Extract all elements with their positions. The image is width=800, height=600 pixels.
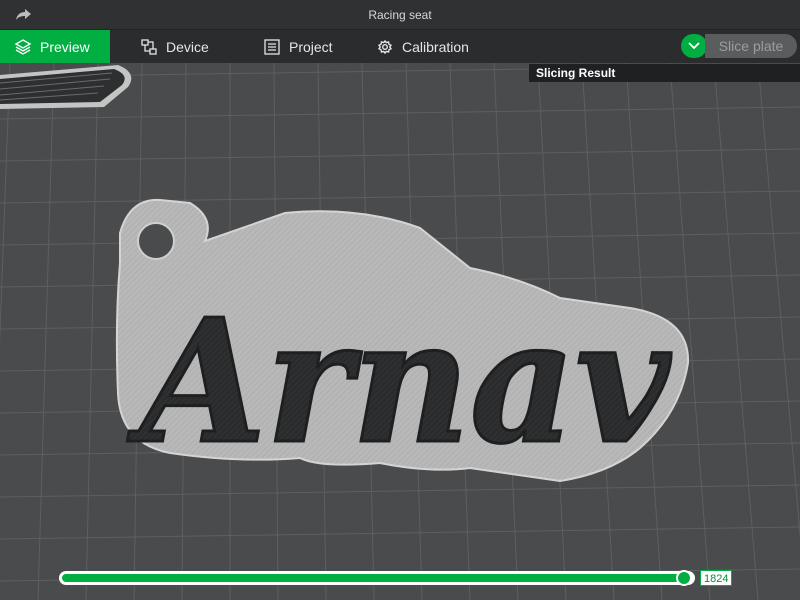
calibration-gear-icon [376,38,394,56]
slice-plate-button[interactable]: Slice plate [705,34,797,58]
chevron-down-icon [688,37,700,55]
layer-value-label: 1824 [700,570,733,586]
model-text: Arnav [127,282,673,482]
tab-preview[interactable]: Preview [0,30,110,63]
layer-slider-handle[interactable] [676,570,692,586]
viewport-canvas: Arnav [0,62,800,600]
device-icon [140,38,158,56]
title-bar: Racing seat [0,0,800,30]
main-tab-bar: Preview Device Project Calibration [0,30,800,63]
tab-project-label: Project [289,38,333,55]
tab-device-label: Device [166,38,209,55]
project-list-icon [263,38,281,56]
layer-slider-fill [62,574,685,582]
3d-viewport[interactable]: Arnav [0,62,800,600]
tab-calibration[interactable]: Calibration [376,30,469,63]
tab-calibration-label: Calibration [402,38,469,55]
slicing-result-panel[interactable]: Slicing Result [529,64,800,82]
tab-project[interactable]: Project [263,30,333,63]
tab-device[interactable]: Device [140,30,209,63]
slicer-app: Racing seat Preview Device Project Calib… [0,0,800,600]
tab-preview-label: Preview [40,38,90,55]
window-title: Racing seat [368,8,432,22]
layers-icon [14,38,32,56]
slice-dropdown-toggle[interactable] [681,34,707,58]
layer-slider[interactable] [59,570,695,586]
